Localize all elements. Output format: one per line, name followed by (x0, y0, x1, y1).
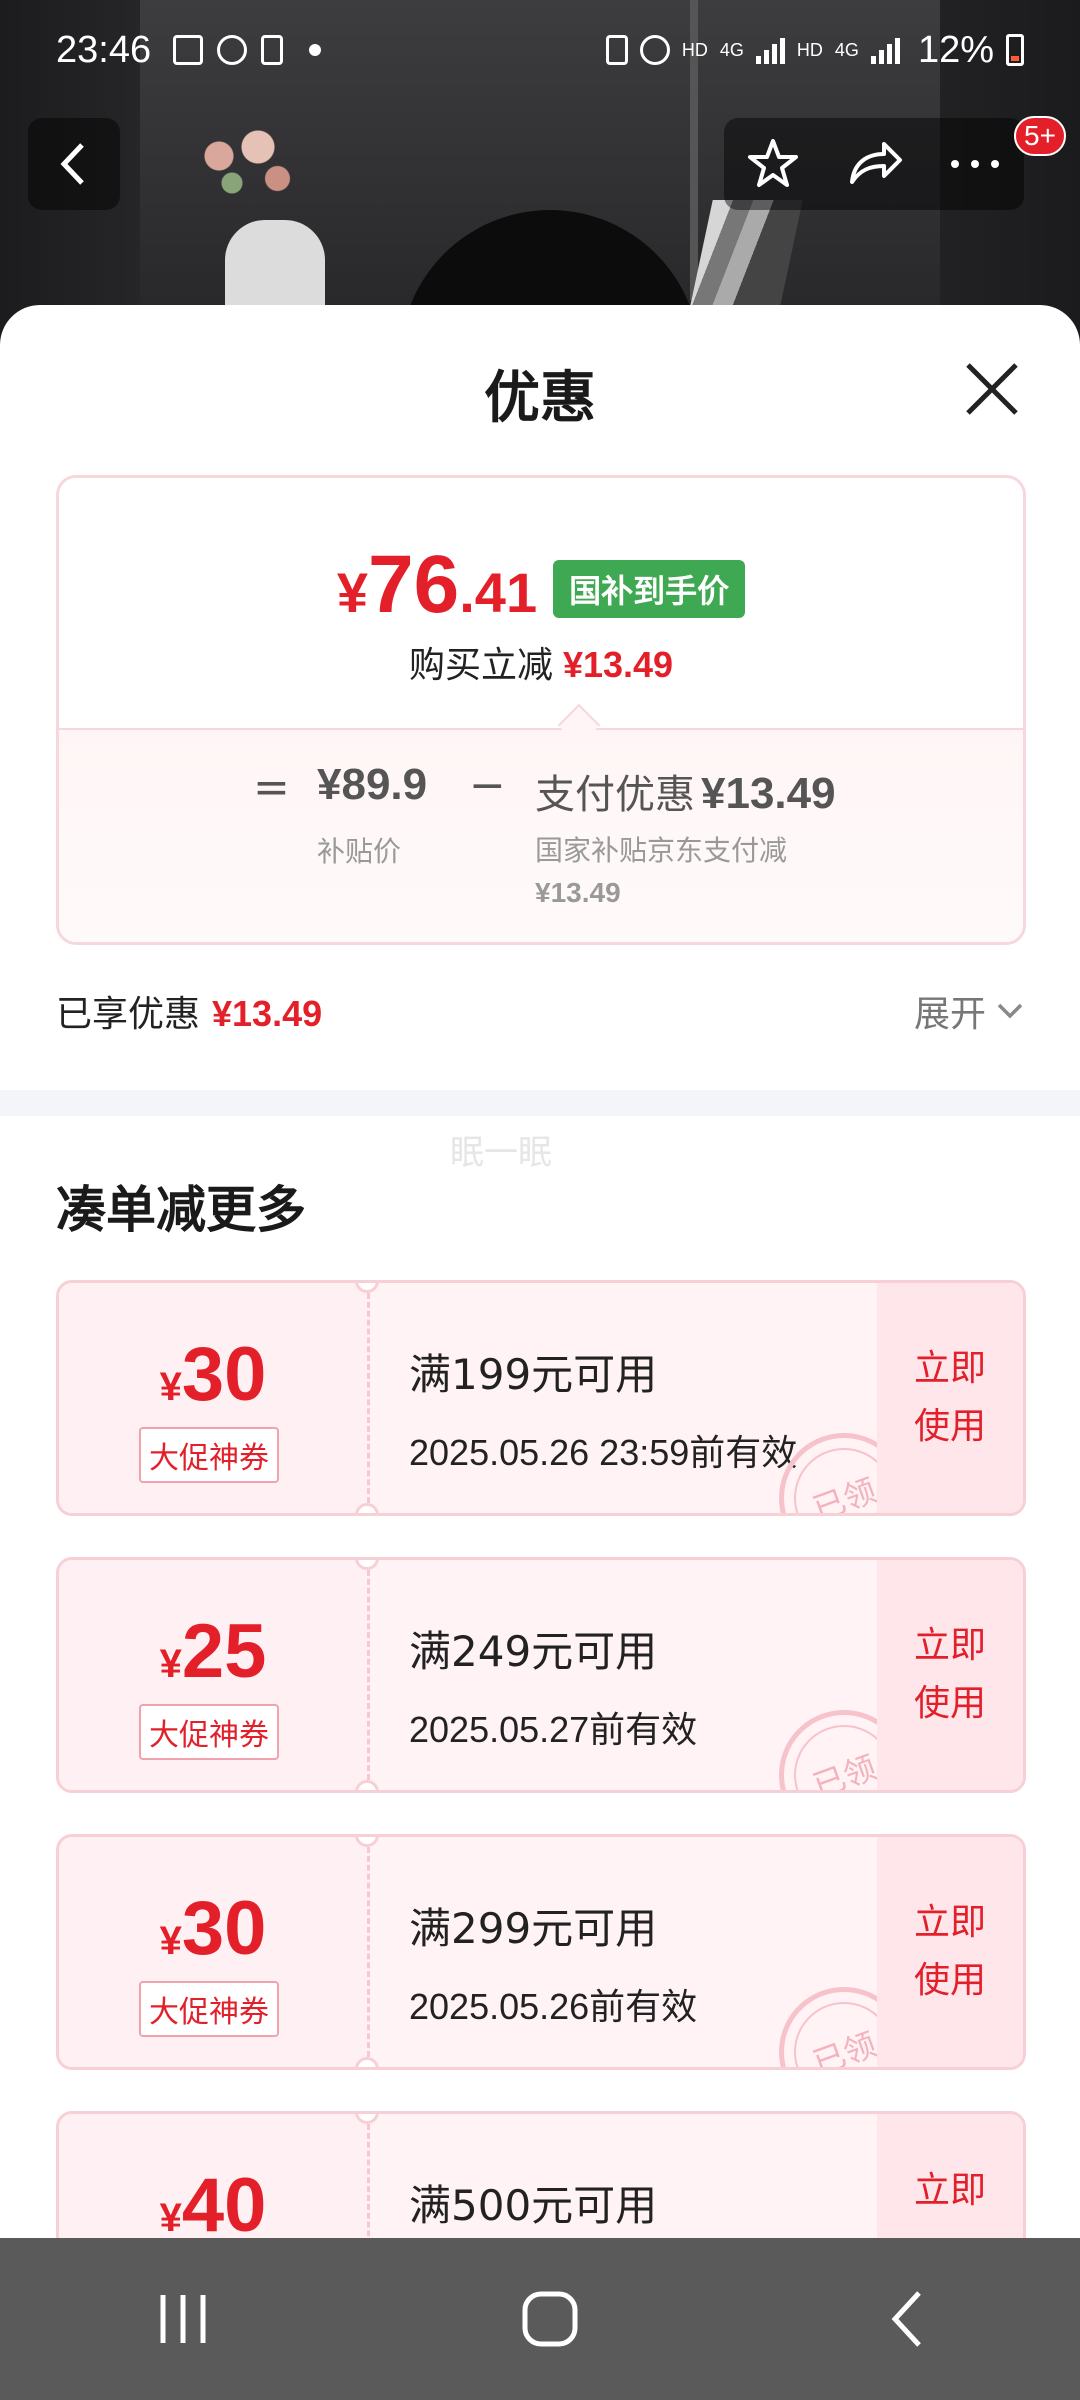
payment-discount-desc-text: 国家补贴京东支付减 (535, 834, 788, 867)
price-breakdown-card: ¥76.41 国补到手价 购买立减 ¥13.49 = ¥89.9 补贴价 − 支付… (56, 475, 1026, 945)
coupon-condition: 满299元可用 (409, 1904, 658, 1953)
back-button[interactable] (28, 118, 120, 210)
instant-discount-value: ¥13.49 (562, 644, 674, 685)
minus-sign: − (469, 760, 506, 811)
network-hd-label: HD (681, 39, 708, 60)
coupon-amount: ¥30 (159, 1332, 267, 1417)
final-price-row: ¥76.41 国补到手价 (59, 538, 1023, 632)
coupon-card: ¥30 大促神券 满199元可用 2025.05.26 23:59前有效 已领 … (56, 1280, 1026, 1516)
discount-sheet: 优惠 ¥76.41 国补到手价 购买立减 ¥13.49 = ¥89.9 补贴价 −… (0, 305, 1080, 2245)
coupon-validity: 2025.05.27前有效 (409, 1709, 698, 1750)
message-count-badge: 5+ (1014, 116, 1066, 156)
coupon-card: ¥30 大促神券 满299元可用 2025.05.26前有效 已领 立即 使用 (56, 1834, 1026, 2070)
watermark-text: 眠一眠 (450, 1133, 552, 1173)
coupon-condition: 满249元可用 (409, 1627, 658, 1676)
coupon-card: ¥25 大促神券 满249元可用 2025.05.27前有效 已领 立即 使用 (56, 1557, 1026, 1793)
share-icon[interactable] (844, 136, 904, 192)
payment-discount-desc: 国家补贴京东支付减 ¥13.49 (535, 830, 855, 914)
coupon-validity: 2025.05.26前有效 (409, 1986, 698, 2027)
use-now-button[interactable]: 立即 使用 (877, 1283, 1023, 1513)
use-now-button[interactable]: 立即 使用 (877, 1837, 1023, 2067)
expand-label: 展开 (913, 994, 986, 1035)
more-options-icon[interactable] (947, 154, 1003, 174)
sheet-title: 优惠 (484, 366, 596, 431)
subsidy-price-label: 补贴价 (317, 835, 402, 868)
coupon-condition: 满500元可用 (409, 2181, 658, 2230)
network-4g-label-2: 4G (834, 39, 859, 60)
status-bar: 23:46 HD 4G HD 4G 12% (0, 0, 1080, 100)
battery-percent: 12% (917, 28, 994, 71)
use-now-button[interactable]: 立即 (877, 2114, 1023, 2245)
instant-discount-row: 购买立减 ¥13.49 (59, 636, 1023, 688)
back-icon[interactable] (887, 2289, 927, 2349)
enjoyed-discount-value: ¥13.49 (212, 993, 323, 1034)
gallery-notification-icon (173, 35, 204, 65)
alert-notification-icon (261, 35, 284, 65)
use-now-label-1: 立即 (913, 1348, 986, 1389)
network-hd-label-2: HD (796, 39, 823, 60)
system-navigation-bar (0, 2238, 1080, 2400)
subsidy-price-tag: 国补到手价 (553, 560, 746, 618)
use-now-label-2: 使用 (913, 1960, 986, 2001)
home-icon[interactable] (520, 2289, 580, 2349)
back-arrow-icon (60, 143, 84, 185)
use-now-label-2: 使用 (913, 1683, 986, 1724)
equals-sign: = (253, 762, 290, 813)
use-now-label-1: 立即 (913, 1902, 986, 1943)
use-now-label-1: 立即 (913, 1625, 986, 1666)
recent-apps-icon[interactable] (153, 2291, 213, 2347)
use-now-label-1: 立即 (913, 2170, 986, 2211)
use-now-label-2: 使用 (913, 1406, 986, 1447)
top-actions-group (724, 118, 1024, 210)
section-divider (0, 1090, 1080, 1116)
signal-icon-2 (870, 36, 900, 64)
alarm-icon (639, 35, 670, 65)
coupon-tag: 大促神券 (139, 1427, 279, 1483)
flowers-decoration (180, 120, 310, 210)
coupon-tag: 大促神券 (139, 1704, 279, 1760)
coupon-amount: ¥25 (159, 1609, 267, 1694)
payment-discount-label: 支付优惠 (535, 772, 695, 818)
sheet-header: 优惠 (0, 305, 1080, 475)
status-time: 23:46 (56, 28, 152, 71)
price-formula: = ¥89.9 补贴价 − 支付优惠 ¥13.49 国家补贴京东支付减 ¥13.4… (59, 728, 1023, 942)
signal-icon (755, 36, 785, 64)
coupon-amount: ¥40 (159, 2163, 267, 2245)
final-price: ¥76.41 (336, 539, 538, 630)
coupon-amount: ¥30 (159, 1886, 267, 1971)
use-now-button[interactable]: 立即 使用 (877, 1560, 1023, 1790)
coupon-card: ¥40 满500元可用 立即 (56, 2111, 1026, 2245)
close-icon[interactable] (960, 357, 1024, 421)
wechat-notification-icon (217, 35, 248, 65)
favorite-star-icon[interactable] (745, 136, 801, 192)
network-4g-label: 4G (719, 39, 744, 60)
section-title-more-coupons: 凑单减更多 (56, 1181, 306, 1239)
instant-discount-label: 购买立减 (408, 645, 553, 686)
payment-discount: 支付优惠 ¥13.49 (535, 762, 836, 820)
expand-button[interactable]: 展开 (914, 985, 1024, 1037)
subsidy-price-value: ¥89.9 (317, 760, 428, 809)
battery-icon (1006, 34, 1024, 66)
coupon-condition: 满199元可用 (409, 1350, 658, 1399)
more-notifications-dot-icon (309, 44, 322, 56)
coupon-validity: 2025.05.26 23:59前有效 (409, 1432, 798, 1473)
payment-discount-value: ¥13.49 (701, 769, 836, 818)
chevron-down-icon (997, 1003, 1023, 1019)
battery-saver-icon (605, 35, 628, 65)
coupon-tag: 大促神券 (139, 1981, 279, 2037)
payment-discount-desc-value: ¥13.49 (535, 877, 621, 908)
enjoyed-discount-label: 已享优惠 (56, 994, 201, 1035)
enjoyed-discount-row: 已享优惠 ¥13.49 (56, 985, 322, 1037)
